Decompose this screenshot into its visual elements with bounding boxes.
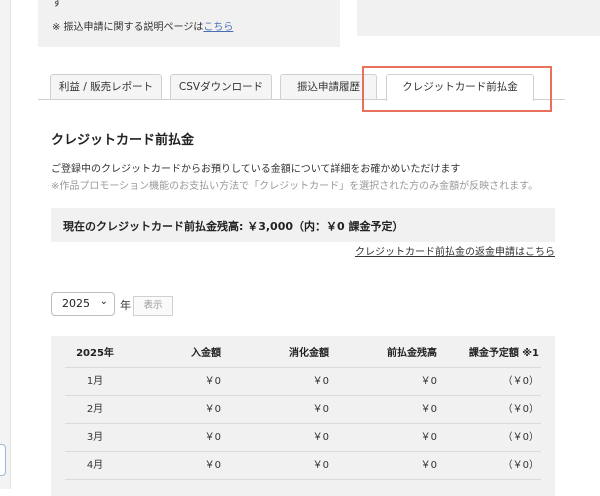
table-header-row: 2025年 入金額 消化金額 前払金残高 課金予定額 ※1 bbox=[65, 340, 541, 368]
row-consumed: ￥0 bbox=[312, 432, 329, 443]
notice-prefix: ※ 振込申請に関する説明ページは bbox=[52, 22, 204, 33]
row-consumed: ￥0 bbox=[312, 376, 329, 387]
table-row: 4月 ￥0 ￥0 ￥0 （￥0） bbox=[65, 452, 541, 480]
tab-profit-report[interactable]: 利益 / 販売レポート bbox=[50, 74, 162, 100]
table-row: 3月 ￥0 ￥0 ￥0 （￥0） bbox=[65, 424, 541, 452]
section-description: ご登録中のクレジットカードからお預りしている金額について詳細をお確かめいただけま… bbox=[51, 164, 461, 175]
tab-transfer-history[interactable]: 振込申請履歴 bbox=[280, 74, 377, 100]
row-month: 3月 bbox=[86, 432, 104, 443]
report-tabs: 利益 / 販売レポート CSVダウンロード 振込申請履歴 クレジットカード前払金 bbox=[38, 74, 565, 101]
row-deposit: ￥0 bbox=[204, 432, 221, 443]
tab-csv-download[interactable]: CSVダウンロード bbox=[170, 74, 272, 100]
row-month: 2月 bbox=[86, 404, 104, 415]
notice-text: ※ 振込申請に関する説明ページはこちら bbox=[52, 18, 233, 33]
row-month: 1月 bbox=[86, 376, 104, 387]
year-select-value: 2025 bbox=[62, 297, 90, 310]
row-consumed: ￥0 bbox=[312, 460, 329, 471]
table-row: 2月 ￥0 ￥0 ￥0 （￥0） bbox=[65, 396, 541, 424]
header-scheduled: 課金予定額 ※1 bbox=[468, 348, 539, 359]
left-rail bbox=[0, 0, 11, 489]
row-scheduled: （￥0） bbox=[502, 432, 539, 443]
row-balance: ￥0 bbox=[420, 432, 437, 443]
row-deposit: ￥0 bbox=[204, 404, 221, 415]
chevron-down-icon: ⌄ bbox=[99, 296, 108, 307]
monthly-table: 2025年 入金額 消化金額 前払金残高 課金予定額 ※1 1月 ￥0 ￥0 ￥… bbox=[51, 336, 555, 496]
notice-box: す ※ 振込申請に関する説明ページはこちら bbox=[38, 0, 340, 47]
row-scheduled: （￥0） bbox=[502, 376, 539, 387]
row-month: 4月 bbox=[86, 460, 104, 471]
row-deposit: ￥0 bbox=[204, 376, 221, 387]
show-button[interactable]: 表示 bbox=[133, 296, 173, 316]
table-row: 1月 ￥0 ￥0 ￥0 （￥0） bbox=[65, 368, 541, 396]
balance-panel: 現在のクレジットカード前払金残高: ￥3,000（内：￥0 課金予定） bbox=[51, 208, 555, 242]
row-balance: ￥0 bbox=[420, 376, 437, 387]
row-scheduled: （￥0） bbox=[502, 460, 539, 471]
header-consumed: 消化金額 bbox=[289, 348, 329, 359]
row-scheduled: （￥0） bbox=[502, 404, 539, 415]
tab-credit-prepayment[interactable]: クレジットカード前払金 bbox=[386, 74, 534, 101]
row-consumed: ￥0 bbox=[312, 404, 329, 415]
year-select[interactable]: 2025 ⌄ bbox=[51, 292, 115, 316]
balance-text: 現在のクレジットカード前払金残高: ￥3,000（内：￥0 課金予定） bbox=[63, 220, 404, 233]
year-suffix-label: 年 bbox=[120, 299, 131, 312]
header-deposit: 入金額 bbox=[191, 348, 221, 359]
page-title: クレジットカード前払金 bbox=[51, 133, 195, 148]
header-year: 2025年 bbox=[76, 348, 114, 359]
row-deposit: ￥0 bbox=[204, 460, 221, 471]
section-note: ※作品プロモーション機能のお支払い方法で「クレジットカード」を選択された方のみ金… bbox=[51, 181, 539, 192]
refund-request-link[interactable]: クレジットカード前払金の返金申請はこちら bbox=[355, 243, 555, 258]
notice-cut-text: す bbox=[52, 0, 62, 9]
row-balance: ￥0 bbox=[420, 404, 437, 415]
header-balance: 前払金残高 bbox=[387, 348, 437, 359]
notice-link[interactable]: こちら bbox=[203, 22, 233, 33]
row-balance: ￥0 bbox=[420, 460, 437, 471]
side-widget[interactable] bbox=[0, 444, 6, 476]
top-right-panel bbox=[357, 0, 600, 36]
